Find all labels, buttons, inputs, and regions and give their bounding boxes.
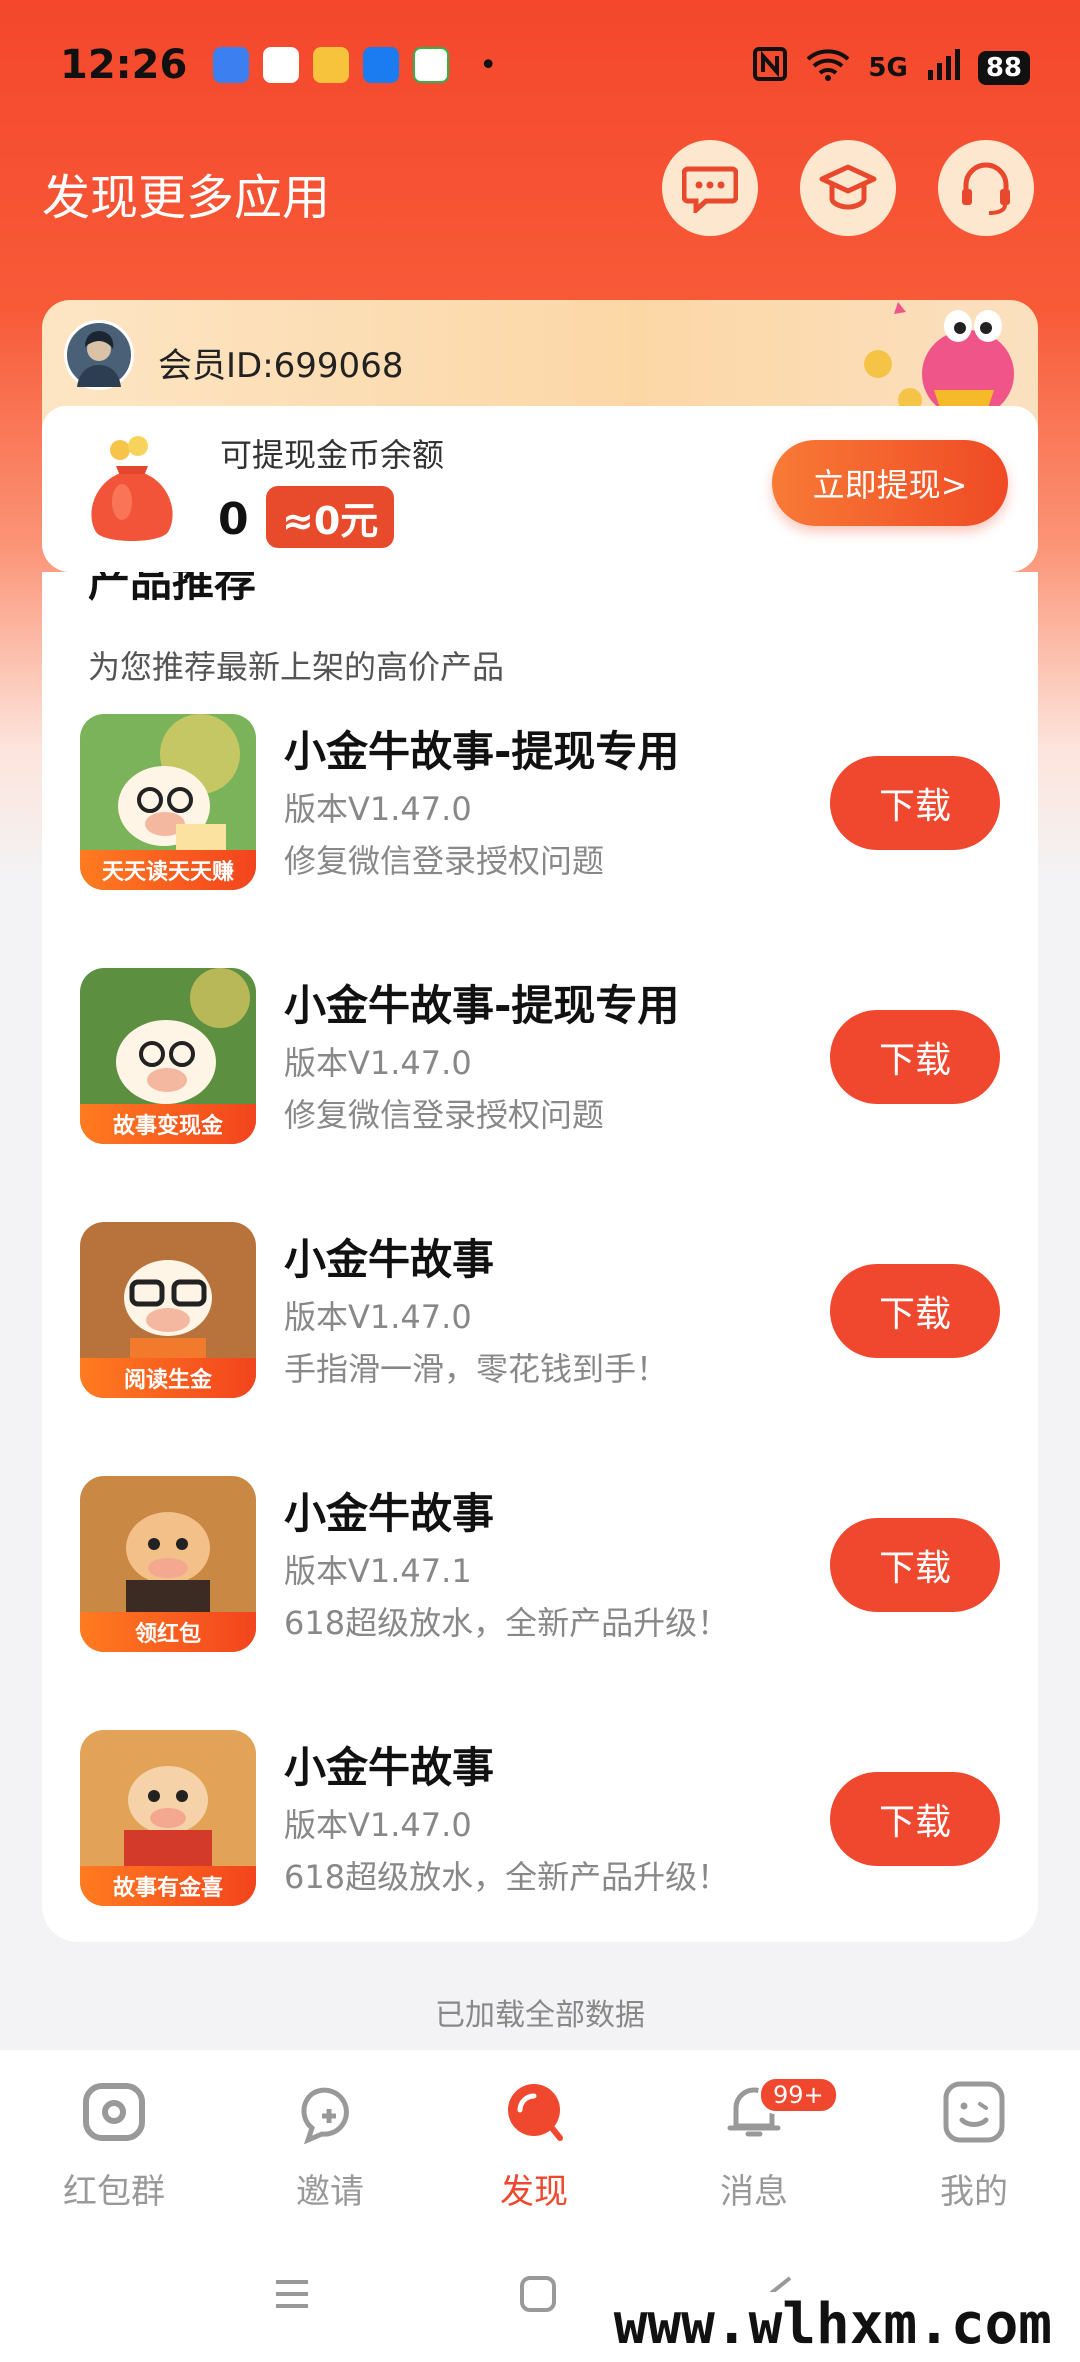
all-loaded-text: 已加载全部数据 bbox=[435, 1998, 645, 2033]
network-type: 5G bbox=[868, 52, 908, 83]
tutorial-button[interactable] bbox=[800, 140, 896, 236]
message-button[interactable] bbox=[662, 140, 758, 236]
app-icon-banner: 天天读天天赚 bbox=[80, 850, 256, 890]
watermark-text: www.wlhxm.com bbox=[599, 2292, 1066, 2357]
app-icon: 故事变现金 bbox=[80, 968, 256, 1144]
avatar[interactable] bbox=[64, 320, 134, 390]
product-desc: 618超级放水，全新产品升级！ bbox=[284, 1858, 730, 1896]
member-card: 会员ID:699068 可提现金币余额 0 ≈0元 立即提现> bbox=[42, 300, 1038, 572]
product-item[interactable]: 故事变现金 小金牛故事-提现专用 版本V1.47.0 修复微信登录授权问题 下载 bbox=[80, 968, 1000, 1148]
product-version: 版本V1.47.1 bbox=[284, 1552, 472, 1590]
page-title: 发现更多应用 bbox=[42, 170, 331, 226]
download-button[interactable]: 下载 bbox=[830, 1772, 1000, 1866]
product-desc: 手指滑一滑，零花钱到手！ bbox=[284, 1350, 669, 1388]
product-name: 小金牛故事 bbox=[284, 1743, 495, 1792]
product-version: 版本V1.47.0 bbox=[284, 1044, 472, 1082]
product-name: 小金牛故事-提现专用 bbox=[284, 981, 680, 1030]
app-icon-banner: 故事有金喜 bbox=[80, 1866, 256, 1906]
camera-icon bbox=[83, 2083, 145, 2141]
member-id: 会员ID:699068 bbox=[158, 346, 404, 386]
product-item[interactable]: 天天读天天赚 小金牛故事-提现专用 版本V1.47.0 修复微信登录授权问题 下… bbox=[80, 714, 1000, 894]
product-name: 小金牛故事-提现专用 bbox=[284, 727, 680, 776]
product-item[interactable]: 领红包 小金牛故事 版本V1.47.1 618超级放水，全新产品升级！ 下载 bbox=[80, 1476, 1000, 1656]
tab-profile[interactable]: 我的 bbox=[894, 2080, 1054, 2213]
balance-amount: 0 bbox=[218, 494, 249, 545]
status-bar: 12:26 • 5G 88 bbox=[0, 0, 1080, 130]
tab-discover[interactable]: 发现 bbox=[454, 2080, 614, 2213]
chat-plus-icon bbox=[301, 2087, 349, 2145]
download-button[interactable]: 下载 bbox=[830, 1264, 1000, 1358]
withdraw-button[interactable]: 立即提现> bbox=[772, 440, 1008, 526]
tab-label: 消息 bbox=[720, 2172, 788, 2212]
app-notification-icon bbox=[213, 47, 250, 83]
status-right: 5G 88 bbox=[752, 46, 1030, 89]
product-recommend-card: 产品推荐 为您推荐最新上架的高价产品 天天读天天赚 小金牛故事-提现专用 版本V… bbox=[42, 572, 1038, 1942]
bottom-tab-bar: 红包群 邀请 发现 99+ 消息 我的 bbox=[0, 2050, 1080, 2250]
balance-label: 可提现金币余额 bbox=[220, 436, 445, 474]
product-item[interactable]: 阅读生金 小金牛故事 版本V1.47.0 手指滑一滑，零花钱到手！ 下载 bbox=[80, 1222, 1000, 1402]
product-name: 小金牛故事 bbox=[284, 1235, 495, 1284]
tab-red-packet-group[interactable]: 红包群 bbox=[34, 2080, 194, 2213]
notification-icons: • bbox=[213, 47, 497, 83]
tab-label: 邀请 bbox=[296, 2172, 364, 2212]
app-icon-banner: 阅读生金 bbox=[80, 1358, 256, 1398]
wifi-icon bbox=[806, 47, 850, 88]
download-button[interactable]: 下载 bbox=[830, 1518, 1000, 1612]
signal-icon bbox=[926, 48, 960, 87]
product-version: 版本V1.47.0 bbox=[284, 1806, 472, 1844]
product-item[interactable]: 故事有金喜 小金牛故事 版本V1.47.0 618超级放水，全新产品升级！ 下载 bbox=[80, 1730, 1000, 1910]
tab-invite[interactable]: 邀请 bbox=[250, 2080, 410, 2213]
home-icon[interactable] bbox=[518, 2274, 558, 2314]
smile-face-icon bbox=[943, 2081, 1005, 2143]
section-title: 产品推荐 bbox=[88, 572, 257, 606]
discover-icon bbox=[508, 2084, 563, 2141]
status-time: 12:26 bbox=[60, 42, 188, 88]
menu-icon[interactable] bbox=[272, 2274, 312, 2314]
battery-level: 88 bbox=[977, 50, 1030, 85]
app-icon: 故事有金喜 bbox=[80, 1730, 256, 1906]
nfc-icon bbox=[752, 46, 788, 89]
unread-badge: 99+ bbox=[758, 2076, 839, 2114]
weibo-icon bbox=[313, 47, 350, 83]
product-version: 版本V1.47.0 bbox=[284, 1298, 472, 1336]
app-icon-banner: 故事变现金 bbox=[80, 1104, 256, 1144]
alipay-icon bbox=[363, 47, 400, 83]
chat-bubble-icon bbox=[682, 166, 738, 213]
download-button[interactable]: 下载 bbox=[830, 1010, 1000, 1104]
more-dot-icon: • bbox=[479, 47, 498, 83]
qq-icon bbox=[263, 47, 300, 83]
balance-rmb-badge: ≈0元 bbox=[266, 486, 395, 548]
app-icon-banner: 领红包 bbox=[80, 1612, 256, 1652]
money-bag-icon bbox=[91, 436, 173, 541]
customer-service-button[interactable] bbox=[938, 140, 1034, 236]
download-button[interactable]: 下载 bbox=[830, 756, 1000, 850]
headset-icon bbox=[962, 162, 1010, 215]
app-icon: 阅读生金 bbox=[80, 1222, 256, 1398]
product-version: 版本V1.47.0 bbox=[284, 790, 472, 828]
tab-label: 红包群 bbox=[63, 2172, 165, 2212]
shield-icon bbox=[413, 47, 450, 83]
app-icon: 领红包 bbox=[80, 1476, 256, 1652]
tab-messages[interactable]: 99+ 消息 bbox=[674, 2076, 839, 2213]
section-subtitle: 为您推荐最新上架的高价产品 bbox=[88, 648, 505, 686]
product-desc: 修复微信登录授权问题 bbox=[284, 842, 605, 880]
tab-label: 我的 bbox=[940, 2172, 1008, 2212]
product-name: 小金牛故事 bbox=[284, 1489, 495, 1538]
graduation-cap-icon bbox=[819, 164, 877, 210]
app-icon: 天天读天天赚 bbox=[80, 714, 256, 890]
tab-label: 发现 bbox=[500, 2172, 568, 2212]
product-desc: 618超级放水，全新产品升级！ bbox=[284, 1604, 730, 1642]
balance-panel: 可提现金币余额 0 ≈0元 立即提现> bbox=[42, 406, 1038, 572]
product-desc: 修复微信登录授权问题 bbox=[284, 1096, 605, 1134]
